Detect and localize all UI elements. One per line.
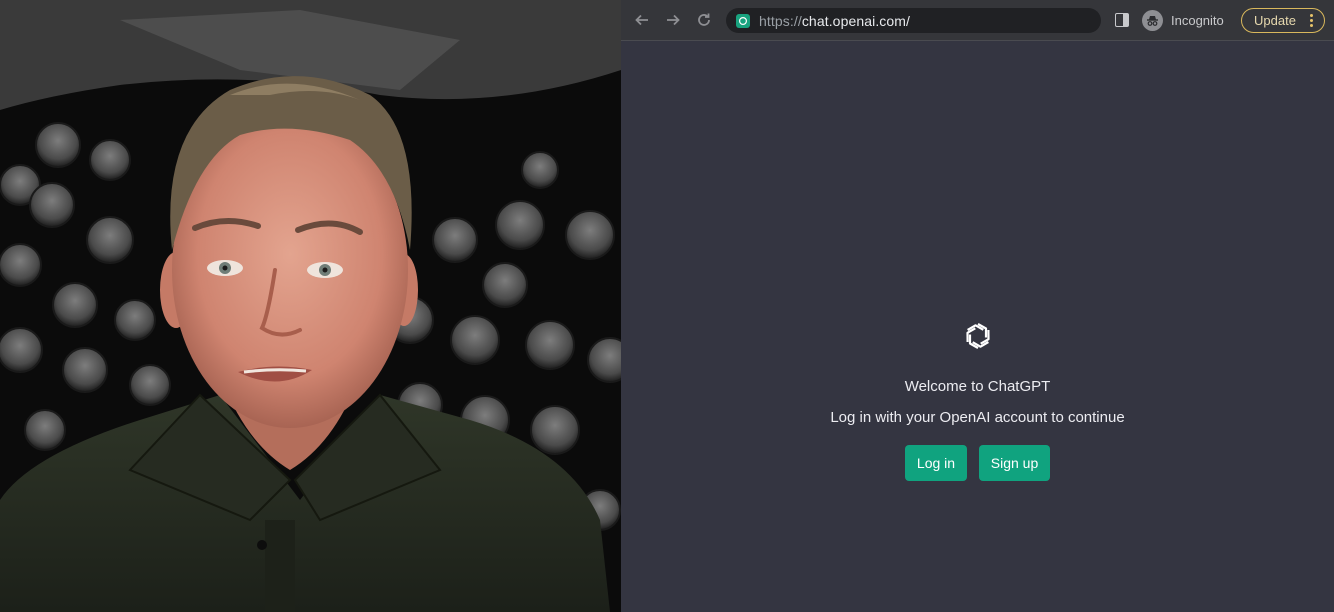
signup-button[interactable]: Sign up (979, 445, 1050, 481)
back-arrow-icon[interactable] (630, 8, 654, 32)
welcome-heading: Welcome to ChatGPT (904, 378, 1051, 395)
browser-toolbar: https://chat.openai.com/ Incognito Updat… (621, 0, 1334, 41)
forward-arrow-icon[interactable] (661, 8, 685, 32)
url-scheme: https:// (759, 12, 802, 29)
url-host: chat.openai.com/ (801, 12, 911, 29)
update-button[interactable]: Update (1241, 8, 1325, 33)
incognito-label: Incognito (1171, 13, 1224, 28)
webcam-video-panel (0, 0, 621, 612)
address-bar[interactable]: https://chat.openai.com/ (726, 8, 1101, 33)
openai-logo-icon (958, 316, 998, 356)
auth-buttons: Log in Sign up (621, 445, 1334, 481)
browser-window: https://chat.openai.com/ Incognito Updat… (621, 0, 1334, 612)
login-subtitle: Log in with your OpenAI account to conti… (830, 409, 1125, 426)
site-favicon-icon (736, 13, 750, 28)
reload-icon[interactable] (692, 8, 716, 32)
presenter-video-frame (0, 0, 621, 612)
kebab-menu-icon[interactable] (1310, 14, 1313, 27)
login-panel: Welcome to ChatGPT Log in with your Open… (621, 316, 1334, 481)
incognito-indicator[interactable]: Incognito (1142, 10, 1224, 31)
update-label: Update (1254, 13, 1296, 28)
incognito-icon (1142, 10, 1163, 31)
side-panel-icon[interactable] (1115, 13, 1129, 27)
login-button[interactable]: Log in (905, 445, 967, 481)
url-text[interactable]: https://chat.openai.com/ (759, 13, 910, 29)
